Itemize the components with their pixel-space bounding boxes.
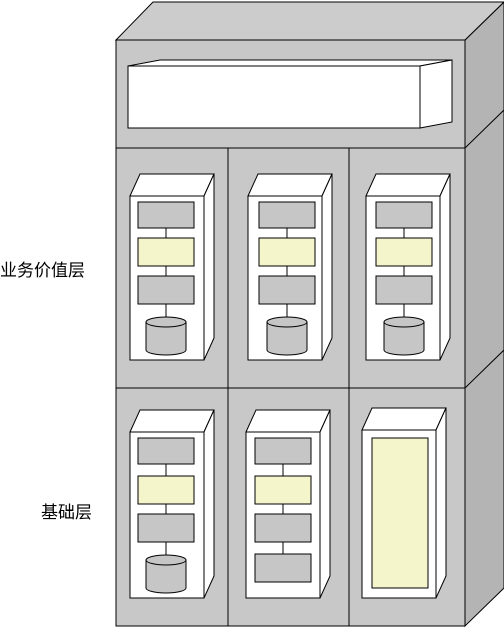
base-module-3 [361,407,447,599]
biz-module-1 [129,173,215,361]
cylinder-icon [383,316,425,356]
highlight-block [137,475,195,505]
gray-block [137,201,195,229]
gray-block [254,553,312,583]
highlight-block [375,237,433,267]
base-module-2 [245,409,331,599]
foundation-layer-label: 基础层 [41,503,92,523]
architecture-diagram [114,1,504,628]
gray-block [137,513,195,543]
gray-block [375,201,433,229]
business-value-layer-label: 业务价值层 [0,261,85,281]
gray-block [254,437,312,465]
biz-module-2 [247,173,333,361]
gray-block [258,201,316,229]
highlight-block [258,237,316,267]
cylinder-icon [266,316,308,356]
biz-module-3 [365,173,451,361]
base-module-1 [129,409,215,599]
highlight-panel [371,437,429,589]
gray-block [137,275,195,305]
cabinet-side-face [464,1,504,628]
gray-block [375,275,433,305]
gray-block [254,513,312,543]
highlight-block [254,475,312,505]
cabinet-top-face [114,1,504,41]
top-panel [127,59,453,129]
cylinder-icon [145,554,187,594]
gray-block [258,275,316,305]
highlight-block [137,237,195,267]
gray-block [137,437,195,465]
cylinder-icon [145,316,187,356]
